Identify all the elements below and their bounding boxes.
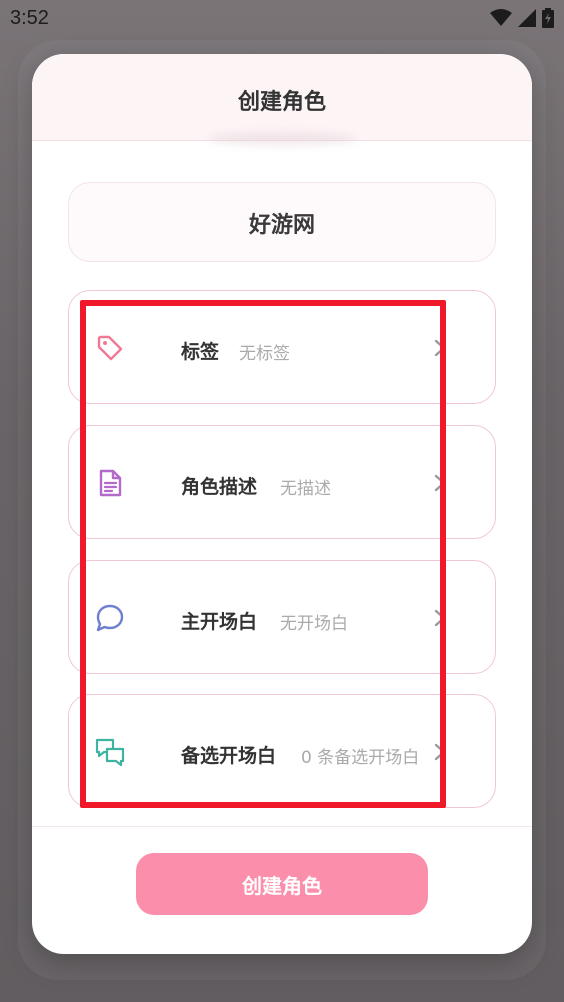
character-name-field[interactable]: 好游网 <box>68 182 496 262</box>
footer-divider <box>32 826 532 827</box>
create-character-button[interactable]: 创建角色 <box>136 853 428 915</box>
highlight-box <box>80 300 446 808</box>
character-name: 好游网 <box>248 213 315 238</box>
battery-icon <box>542 8 554 28</box>
wifi-icon <box>490 9 512 26</box>
dialog-header: 创建角色 <box>32 54 532 141</box>
status-icons <box>490 8 554 28</box>
signal-icon <box>518 9 536 27</box>
dialog-title: 创建角色 <box>237 90 326 115</box>
header-shadow <box>207 132 357 146</box>
status-time: 3:52 <box>10 7 49 29</box>
status-bar: 3:52 <box>0 0 564 40</box>
